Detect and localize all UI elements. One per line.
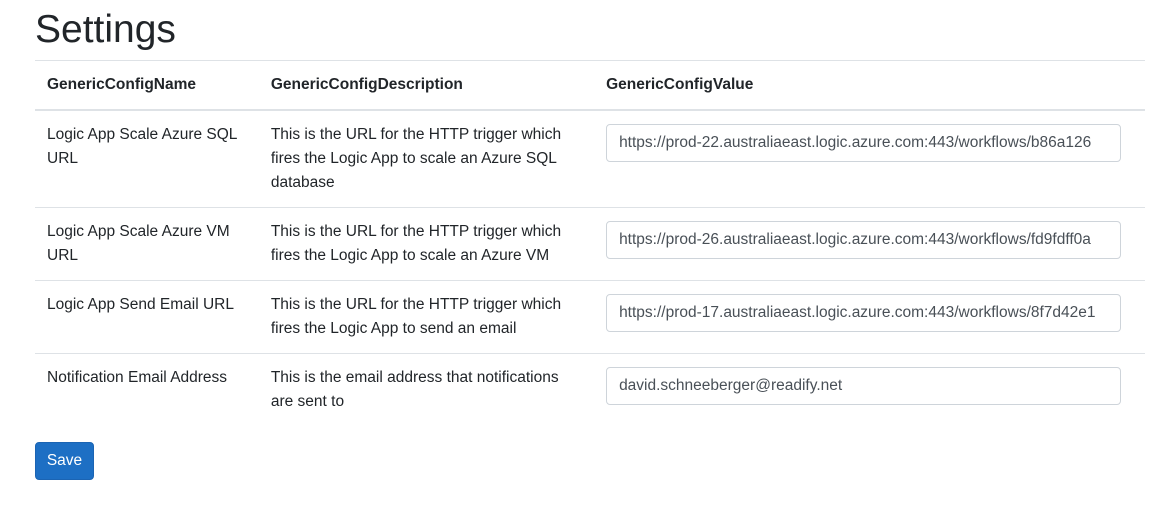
config-value-input-notification-email[interactable] (606, 367, 1122, 405)
page-title: Settings (35, 8, 176, 51)
table-header-row: GenericConfigName GenericConfigDescripti… (35, 60, 1145, 111)
config-name-cell: Logic App Scale Azure SQL URL (47, 126, 237, 167)
config-value-cell (594, 207, 1145, 281)
config-value-cell (594, 280, 1145, 354)
config-value-input-email-url[interactable] (606, 294, 1122, 332)
config-description-cell: This is the URL for the HTTP trigger whi… (258, 207, 595, 281)
save-button[interactable]: Save (35, 442, 94, 480)
column-header-description: GenericConfigDescription (258, 60, 595, 111)
config-value-input-sql-url[interactable] (606, 124, 1122, 162)
config-name-cell: Logic App Send Email URL (35, 280, 259, 354)
config-description-cell: This is the URL for the HTTP trigger whi… (270, 126, 562, 191)
table-row: Notification Email Address This is the e… (35, 353, 1145, 426)
table-row: Logic App Send Email URL This is the URL… (35, 280, 1145, 354)
config-name-cell: Logic App Scale Azure VM URL (35, 207, 259, 281)
config-value-input-vm-url[interactable] (606, 221, 1122, 259)
config-name-cell: Notification Email Address (35, 353, 259, 426)
settings-table: GenericConfigName GenericConfigDescripti… (35, 60, 1145, 426)
settings-page: Settings GenericConfigName GenericConfig… (0, 0, 1149, 530)
config-value-cell (594, 110, 1145, 208)
column-header-name: GenericConfigName (35, 60, 259, 111)
table-row: Logic App Scale Azure VM URL This is the… (35, 207, 1145, 281)
table-row: Logic App Scale Azure SQL URL This is th… (35, 110, 1145, 208)
column-header-value: GenericConfigValue (594, 60, 1145, 111)
config-description-cell: This is the URL for the HTTP trigger whi… (258, 280, 595, 354)
config-value-cell (594, 353, 1145, 426)
config-description-cell: This is the email address that notificat… (258, 353, 595, 426)
